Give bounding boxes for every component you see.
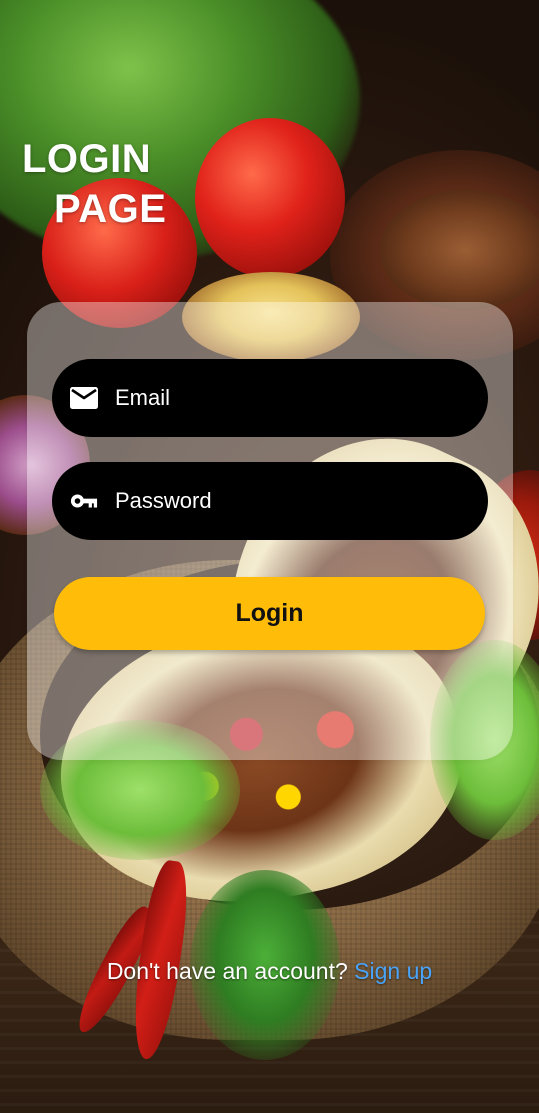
- signup-prompt-text: Don't have an account?: [106, 958, 348, 984]
- email-field[interactable]: [52, 359, 488, 437]
- key-icon: [70, 487, 98, 515]
- page-title-line1: LOGIN: [22, 137, 152, 181]
- signup-prompt: Don't have an account? Sign up: [0, 958, 539, 985]
- page-title: LOGIN PAGE: [22, 134, 166, 234]
- password-field[interactable]: [52, 462, 488, 540]
- meat-filling: [380, 190, 539, 310]
- mail-icon: [70, 384, 98, 412]
- password-input[interactable]: [115, 488, 455, 514]
- signup-link[interactable]: Sign up: [354, 958, 432, 984]
- tomato: [195, 118, 345, 278]
- page-title-line2: PAGE: [54, 187, 167, 231]
- email-input[interactable]: [115, 385, 455, 411]
- login-button[interactable]: Login: [54, 577, 485, 650]
